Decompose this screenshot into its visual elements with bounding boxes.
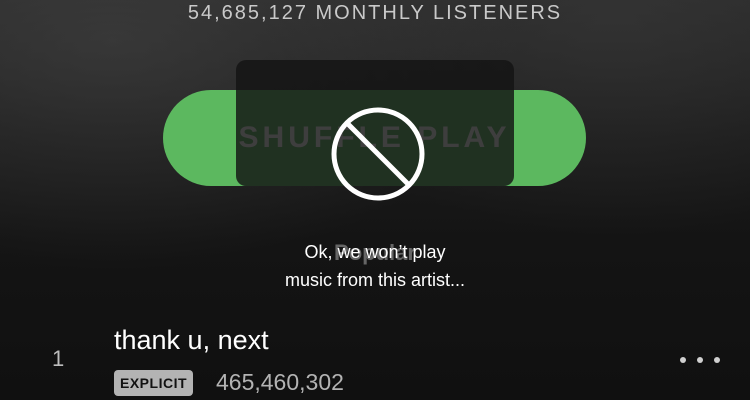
toast-message-line-2: music from this artist... bbox=[284, 270, 466, 290]
more-dot bbox=[680, 357, 686, 363]
toast-message-line-1: Ok, we won’t play bbox=[304, 242, 446, 262]
more-dot bbox=[714, 357, 720, 363]
explicit-badge: EXPLICIT bbox=[114, 370, 194, 396]
monthly-listeners: 54,685,127 MONTHLY LISTENERS bbox=[187, 2, 563, 24]
more-options-icon[interactable] bbox=[680, 350, 720, 370]
prohibited-icon bbox=[331, 107, 425, 201]
track-number: 1 bbox=[52, 346, 65, 371]
track-title: thank u, next bbox=[114, 325, 269, 355]
toast-message: Ok, we won’t play music from this artist… bbox=[0, 238, 750, 294]
track-play-count: 465,460,302 bbox=[216, 369, 344, 395]
more-dot bbox=[697, 357, 703, 363]
